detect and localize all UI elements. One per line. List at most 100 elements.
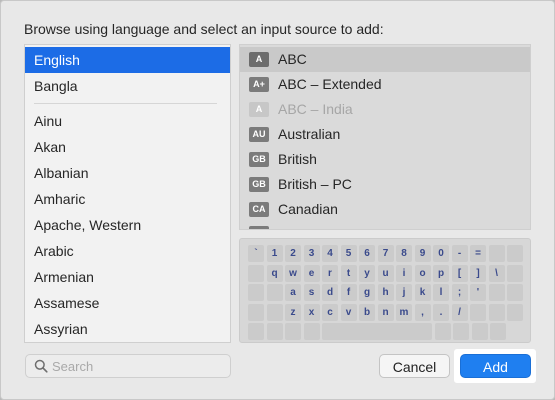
keyboard-key: 4 [322,245,338,262]
keyboard-key: 8 [396,245,412,262]
keyboard-key-blank [248,323,264,340]
keyboard-key: . [433,303,449,321]
search-field[interactable] [25,354,231,378]
keyboard-key: ' [470,284,486,301]
keyboard-key: ` [248,245,264,262]
keyboard-key: f [340,284,357,301]
keyboard-key: s [303,284,320,301]
keyboard-spacebar [322,323,432,340]
input-source-item-clipped[interactable] [240,226,530,229]
language-item-assamese[interactable]: Assamese [25,290,230,316]
input-source-item[interactable]: GB British – PC [240,172,530,197]
keyboard-key: k [414,284,431,301]
keyboard-key: a [285,284,301,301]
language-item-english[interactable]: English [25,47,230,73]
keyboard-layout-icon: A [249,102,269,117]
input-source-item[interactable]: AU Australian [240,122,530,147]
input-source-label: Canadian [278,201,338,217]
keyboard-key: o [414,264,431,282]
keyboard-key: / [451,303,468,321]
keyboard-key: 3 [303,245,320,262]
input-source-label: Australian [278,126,341,142]
keyboard-key: p [433,264,449,282]
keyboard-key: 6 [359,245,375,262]
keyboard-key-blank [470,303,486,321]
keyboard-key-blank [248,264,264,282]
search-input[interactable] [52,358,222,374]
input-source-label: British [278,151,317,167]
language-item-ainu[interactable]: Ainu [25,108,230,134]
keyboard-key: h [377,284,394,301]
keyboard-layout-icon: A [249,52,269,67]
keyboard-key: q [266,264,283,282]
language-item-assyrian[interactable]: Assyrian [25,316,230,342]
keyboard-key: - [451,245,468,262]
keyboard-key: u [377,264,394,282]
language-item-arabic[interactable]: Arabic [25,238,230,264]
keyboard-key: i [396,264,412,282]
keyboard-key: x [303,303,320,321]
keyboard-key: , [414,303,431,321]
keyboard-key: g [359,284,375,301]
keyboard-key: m [396,303,412,321]
keyboard-key-blank [248,303,264,321]
input-source-list[interactable]: A ABC A+ ABC – Extended A ABC – India AU… [239,44,531,230]
keyboard-key: 0 [433,245,449,262]
keyboard-key-blank [488,284,505,301]
input-source-item[interactable]: CA Canadian [240,197,530,222]
keyboard-key-blank [507,264,523,282]
keyboard-key: w [285,264,301,282]
keyboard-key-blank [453,323,469,340]
input-source-label: ABC [278,51,307,67]
keyboard-key: \ [488,264,505,282]
cancel-button[interactable]: Cancel [379,354,450,378]
keyboard-key: n [377,303,394,321]
add-button[interactable]: Add [460,354,531,378]
dialog-prompt: Browse using language and select an inpu… [24,21,384,37]
keyboard-layout-icon: AU [249,127,269,142]
input-source-item[interactable]: A ABC [240,47,530,72]
keyboard-key: ] [470,264,486,282]
keyboard-key-blank [303,323,320,340]
input-source-label: British – PC [278,176,352,192]
language-item-apache-western[interactable]: Apache, Western [25,212,230,238]
keyboard-key-blank [434,323,451,340]
keyboard-key: v [340,303,357,321]
input-source-label: ABC – Extended [278,76,382,92]
add-input-source-dialog: Browse using language and select an inpu… [0,0,555,400]
language-item-albanian[interactable]: Albanian [25,160,230,186]
language-item-akan[interactable]: Akan [25,134,230,160]
keyboard-key-blank [507,245,523,262]
keyboard-key: 5 [340,245,357,262]
language-item-amharic[interactable]: Amharic [25,186,230,212]
keyboard-key-blank [490,323,506,340]
keyboard-key: j [396,284,412,301]
keyboard-key-blank [266,284,283,301]
keyboard-key: 9 [414,245,431,262]
keyboard-key-blank [248,284,264,301]
input-source-item[interactable]: GB British [240,147,530,172]
keyboard-key-blank [285,323,301,340]
input-source-item[interactable]: A+ ABC – Extended [240,72,530,97]
keyboard-layout-icon: GB [249,177,269,192]
keyboard-layout-icon [249,226,269,229]
language-list[interactable]: English Bangla Ainu Akan Albanian Amhari… [24,44,231,343]
keyboard-key: 7 [377,245,394,262]
keyboard-key: d [322,284,338,301]
keyboard-layout-icon: GB [249,152,269,167]
language-item-armenian[interactable]: Armenian [25,264,230,290]
language-item-bangla[interactable]: Bangla [25,73,230,99]
keyboard-key: b [359,303,375,321]
keyboard-key: y [359,264,375,282]
keyboard-key: 2 [285,245,301,262]
keyboard-key: r [322,264,338,282]
keyboard-key: [ [451,264,468,282]
keyboard-key-blank [266,303,283,321]
keyboard-preview: ` 1 2 3 4 5 6 7 8 9 0- = q w e r t y u i o p[] \ a s d f g h j k l; ' z x c… [239,238,531,343]
keyboard-key-blank [507,284,523,301]
keyboard-layout-icon: A+ [249,77,269,92]
keyboard-key: e [303,264,320,282]
keyboard-key: 1 [266,245,283,262]
keyboard-key: = [470,245,486,262]
keyboard-key: l [433,284,449,301]
